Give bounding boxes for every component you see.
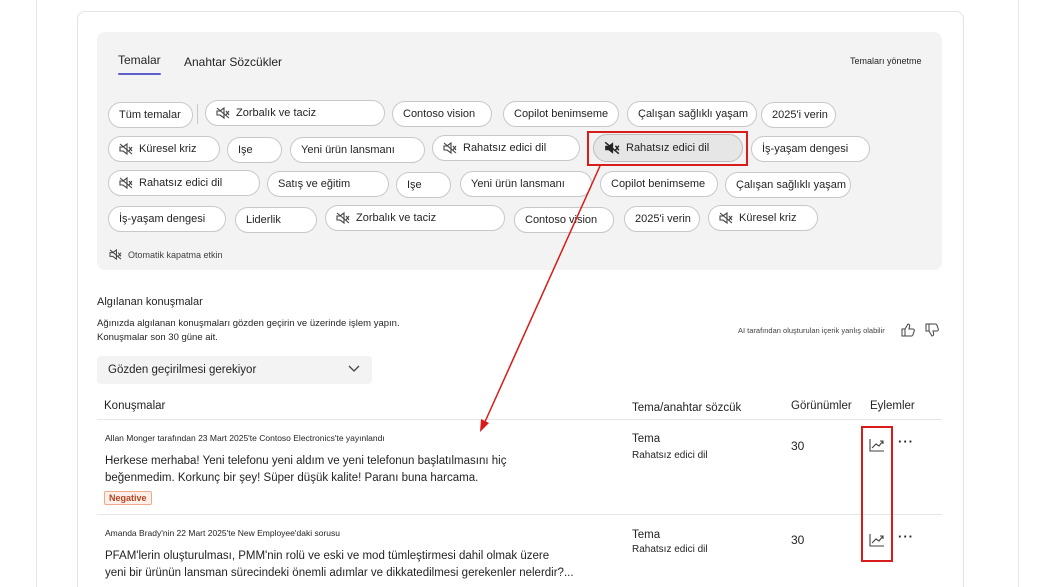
chip-label: Çalışan sağlıklı yaşam (736, 179, 847, 191)
chip-label: Işe (407, 179, 422, 191)
chip-label: İş-yaşam dengesi (762, 143, 849, 155)
mute-icon (109, 249, 122, 260)
chip-label: 2025'i verin (772, 109, 828, 121)
column-header-conversations: Konuşmalar (104, 400, 166, 412)
row-2-text[interactable]: PFAM'lerin oluşturulması, PMM'nin rolü v… (105, 548, 605, 582)
row-2-line1: PFAM'lerin oluşturulması, PMM'nin rolü v… (105, 550, 550, 562)
row-1-line2: beğenmedim. Korkunç bir şey! Süper düşük… (105, 472, 479, 484)
section-desc-line1: Ağınızda algılanan konuşmaları gözden ge… (97, 318, 400, 329)
more-icon[interactable]: ··· (898, 434, 914, 449)
row-2-views: 30 (791, 533, 805, 547)
page-edge-left (36, 0, 37, 587)
chip-leadership[interactable]: Liderlik (235, 207, 317, 233)
chip-copilot-adoption-2[interactable]: Copilot benimseme (600, 171, 718, 197)
chip-label: Rahatsız edici dil (139, 177, 223, 189)
tab-themes[interactable]: Temalar (118, 53, 161, 75)
chip-label: Yeni ürün lansmanı (471, 178, 565, 190)
mute-icon (119, 143, 133, 155)
row-1-views: 30 (791, 439, 805, 453)
chip-copilot-adoption[interactable]: Copilot benimseme (503, 101, 619, 127)
chip-label: Tüm temalar (119, 109, 181, 121)
chip-global-crisis-2[interactable]: Küresel kriz (708, 205, 818, 231)
chip-label: Zorbalık ve taciz (236, 107, 317, 119)
row-1-line1: Herkese merhaba! Yeni telefonu yeni aldı… (105, 455, 507, 467)
chip-contoso-vision[interactable]: Contoso vision (392, 101, 492, 127)
dropdown-value: Gözden geçirilmesi gerekiyor (108, 364, 257, 376)
page-edge-right (1018, 0, 1019, 587)
mute-icon (443, 142, 457, 154)
section-desc-line2: Konuşmalar son 30 güne ait. (97, 332, 218, 343)
chip-work-life-balance[interactable]: İş-yaşam dengesi (751, 136, 870, 162)
section-description: Ağınızda algılanan konuşmaları gözden ge… (97, 317, 400, 345)
chip-bullying[interactable]: Zorbalık ve taciz (205, 100, 385, 126)
chevron-down-icon (348, 365, 360, 372)
row-1-meta: Allan Monger tarafından 23 Mart 2025'te … (105, 433, 385, 443)
sentiment-badge: Negative (104, 491, 152, 505)
row-1-theme-sub: Rahatsız edici dil (632, 450, 708, 461)
chip-divider (197, 104, 198, 124)
mute-icon (216, 107, 230, 119)
chip-hire[interactable]: Işe (227, 137, 282, 163)
chip-label: Küresel kriz (739, 212, 797, 224)
column-header-theme: Tema/anahtar sözcük (632, 402, 742, 414)
row-2-meta: Amanda Brady'nin 22 Mart 2025'te New Emp… (105, 528, 340, 538)
row-2-line2: yeni bir ürünün lansman sürecindeki önem… (105, 567, 574, 579)
row-divider (97, 514, 942, 515)
chip-contoso-vision-2[interactable]: Contoso vision (514, 207, 614, 233)
more-icon[interactable]: ··· (898, 529, 914, 544)
chip-give-2025-2[interactable]: 2025'i verin (624, 206, 700, 232)
mute-icon (719, 212, 733, 224)
chip-label: Liderlik (246, 214, 281, 226)
chip-label: 2025'i verin (635, 213, 691, 225)
column-header-views: Görünümler (791, 400, 852, 412)
chip-label: Küresel kriz (139, 143, 197, 155)
row-1-text[interactable]: Herkese merhaba! Yeni telefonu yeni aldı… (105, 453, 605, 487)
chip-label: Contoso vision (525, 214, 598, 226)
actions-highlight (861, 426, 893, 562)
row-2-theme: Tema (632, 529, 661, 541)
chip-offensive-language[interactable]: Rahatsız edici dil (432, 135, 580, 161)
auto-mute-status: Otomatik kapatma etkin (109, 249, 223, 260)
chip-label: Satış ve eğitim (278, 178, 351, 190)
chip-all-themes[interactable]: Tüm temalar (108, 102, 193, 128)
chip-label: Yeni ürün lansmanı (301, 144, 395, 156)
chip-work-life-balance-2[interactable]: İş-yaşam dengesi (108, 206, 226, 232)
chip-hire-2[interactable]: Işe (396, 172, 451, 198)
mute-icon (119, 177, 133, 189)
chip-label: Işe (238, 144, 253, 156)
chip-product-launch-2[interactable]: Yeni ürün lansmanı (460, 171, 592, 197)
chip-label: Çalışan sağlıklı yaşam (638, 108, 749, 120)
review-filter-dropdown[interactable]: Gözden geçirilmesi gerekiyor (97, 356, 372, 384)
thumbs-down-icon[interactable] (924, 322, 940, 338)
thumbs-up-icon[interactable] (900, 322, 916, 338)
row-1-theme: Tema (632, 433, 661, 445)
chip-label: İş-yaşam dengesi (119, 213, 206, 225)
chip-label: Rahatsız edici dil (463, 142, 547, 154)
chip-bullying-2[interactable]: Zorbalık ve taciz (325, 205, 505, 231)
chip-label: Copilot benimseme (611, 178, 706, 190)
chip-give-2025[interactable]: 2025'i verin (761, 102, 836, 128)
chip-offensive-language-2[interactable]: Rahatsız edici dil (108, 170, 260, 196)
tab-keywords[interactable]: Anahtar Sözcükler (184, 55, 282, 69)
stage: Temalar Anahtar Sözcükler Temaları yönet… (0, 0, 1040, 587)
chip-employee-wellbeing-2[interactable]: Çalışan sağlıklı yaşam (725, 172, 851, 198)
chip-employee-wellbeing[interactable]: Çalışan sağlıklı yaşam (627, 101, 757, 127)
chip-label: Zorbalık ve taciz (356, 212, 437, 224)
chip-sales-training[interactable]: Satış ve eğitim (267, 171, 389, 197)
chip-label: Copilot benimseme (514, 108, 609, 120)
chip-label: Contoso vision (403, 108, 476, 120)
row-2-theme-sub: Rahatsız edici dil (632, 544, 708, 555)
column-header-actions: Eylemler (870, 400, 915, 412)
header-divider (97, 419, 942, 420)
mute-icon (336, 212, 350, 224)
auto-mute-label: Otomatik kapatma etkin (128, 249, 223, 260)
selected-chip-highlight (587, 131, 748, 166)
manage-themes-link[interactable]: Temaları yönetme (850, 56, 922, 66)
ai-disclaimer: AI tarafından oluşturulan içerik yanlış … (738, 326, 885, 335)
section-title: Algılanan konuşmalar (97, 296, 203, 308)
chip-product-launch[interactable]: Yeni ürün lansmanı (290, 137, 425, 163)
chip-global-crisis[interactable]: Küresel kriz (108, 136, 220, 162)
